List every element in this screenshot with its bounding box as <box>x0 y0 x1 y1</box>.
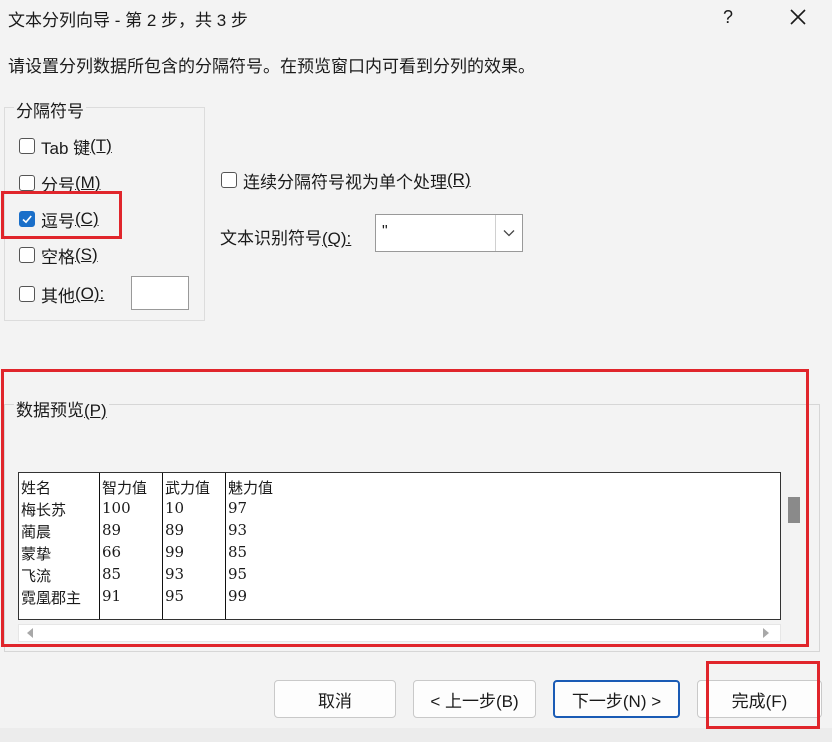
chevron-down-icon <box>503 230 515 237</box>
semicolon-checkbox[interactable] <box>19 175 35 191</box>
tab-checkbox[interactable] <box>19 138 35 154</box>
consecutive-checkbox[interactable] <box>221 172 237 188</box>
space-checkbox-row[interactable]: 空格 (S) <box>19 243 98 267</box>
text-qualifier-value: " <box>382 223 388 240</box>
comma-highlight-box <box>1 191 122 239</box>
other-delimiter-input[interactable] <box>131 276 189 310</box>
text-qualifier-dropdown-button[interactable] <box>495 215 522 251</box>
tab-label: Tab 键 <box>41 138 91 158</box>
next-button[interactable]: 下一步(N) > <box>553 680 680 718</box>
consecutive-label: 连续分隔符号视为单个处理 <box>243 172 447 192</box>
preview-highlight-box <box>1 369 809 647</box>
help-button[interactable]: ? <box>712 2 744 32</box>
back-button[interactable]: < 上一步(B) <box>413 680 536 718</box>
text-qualifier-label: 文本识别符号 <box>220 229 322 248</box>
finish-highlight-box <box>706 661 820 729</box>
other-checkbox-row[interactable]: 其他 (O): <box>19 282 104 306</box>
text-qualifier-label-group: 文本识别符号(Q): <box>220 224 351 249</box>
tab-key: (T) <box>90 136 112 155</box>
consecutive-checkbox-row[interactable]: 连续分隔符号视为单个处理 (R) <box>221 168 471 192</box>
other-label: 其他 <box>41 286 75 306</box>
space-checkbox[interactable] <box>19 247 35 263</box>
tab-checkbox-row[interactable]: Tab 键 (T) <box>19 134 112 158</box>
text-qualifier-key: (Q): <box>322 229 352 248</box>
window-title: 文本分列向导 - 第 2 步，共 3 步 <box>8 11 248 30</box>
cancel-button[interactable]: 取消 <box>274 680 396 718</box>
text-qualifier-select[interactable]: " <box>375 214 523 252</box>
instruction-text: 请设置分列数据所包含的分隔符号。在预览窗口内可看到分列的效果。 <box>8 57 535 76</box>
close-icon <box>790 9 806 25</box>
space-key: (S) <box>75 245 98 264</box>
bottom-edge <box>0 728 832 742</box>
other-checkbox[interactable] <box>19 286 35 302</box>
other-key: (O): <box>75 284 105 303</box>
delimiter-group-label: 分隔符号 <box>14 97 86 122</box>
consecutive-key: (R) <box>447 170 471 189</box>
semicolon-key: (M) <box>75 173 101 192</box>
space-label: 空格 <box>41 247 75 267</box>
close-button[interactable] <box>776 2 820 32</box>
